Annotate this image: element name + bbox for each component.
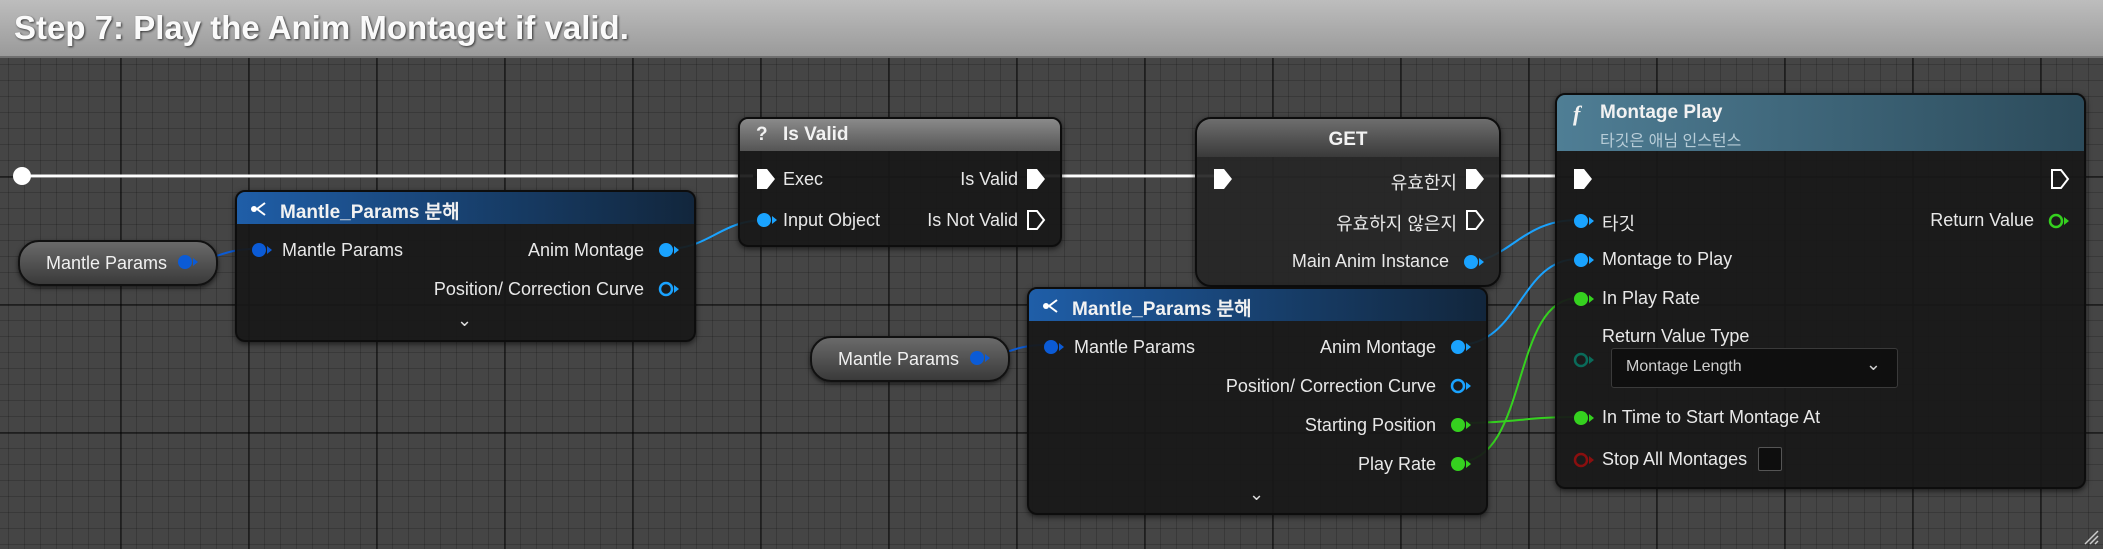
struct-output-pin[interactable]: [175, 252, 199, 272]
struct-input-pin[interactable]: [1041, 337, 1065, 357]
pin-label-position-correction-curve: Position/ Correction Curve: [1225, 376, 1436, 396]
break-struct-icon: [251, 202, 266, 216]
return-value-type-dropdown[interactable]: Montage Length ⌄: [1611, 348, 1898, 388]
object-output-pin[interactable]: [1448, 337, 1472, 357]
pin-label-is-not-valid: Is Not Valid: [927, 210, 1018, 230]
variable-label: Mantle Params: [838, 349, 960, 369]
object-output-pin[interactable]: [656, 240, 680, 260]
stop-all-montages-checkbox[interactable]: [1758, 447, 1782, 471]
exec-output-pin-unconnected[interactable]: [1465, 209, 1485, 231]
struct-output-pin[interactable]: [967, 348, 991, 368]
exec-input-pin[interactable]: [756, 168, 776, 190]
break-mantle-params-node-2[interactable]: Mantle_Params 분해 Mantle Params Anim Mont…: [1027, 287, 1488, 515]
object-output-pin-unconnected[interactable]: [1448, 376, 1472, 396]
pin-label-in-time-to-start: In Time to Start Montage At: [1602, 407, 1821, 427]
pin-label-input-object: Input Object: [783, 210, 881, 230]
exec-output-pin-unconnected[interactable]: [2050, 168, 2070, 190]
pin-label-mantle-params: Mantle Params: [1074, 337, 1196, 357]
pin-label-stop-all-montages: Stop All Montages: [1602, 449, 1748, 469]
node-header: f Montage Play 타깃은 애님 인스턴스: [1557, 95, 2084, 151]
object-output-pin-unconnected[interactable]: [656, 279, 680, 299]
float-output-pin[interactable]: [1448, 415, 1472, 435]
float-input-pin[interactable]: [1571, 289, 1595, 309]
montage-play-node[interactable]: f Montage Play 타깃은 애님 인스턴스 타깃 Return Val…: [1555, 93, 2086, 489]
node-header: Mantle_Params 분해: [237, 192, 694, 224]
node-title: Mantle_Params 분해: [1072, 299, 1252, 320]
object-input-pin[interactable]: [1571, 211, 1595, 231]
exec-output-pin[interactable]: [1026, 168, 1046, 190]
byte-input-pin-unconnected[interactable]: [1571, 350, 1595, 370]
node-header: ? Is Valid: [740, 119, 1060, 151]
get-node[interactable]: GET 유효한지 유효하지 않은지 Main Anim Instance: [1195, 117, 1501, 287]
is-valid-node[interactable]: ? Is Valid Exec Is Valid Input Object Is…: [738, 117, 1062, 247]
chevron-down-icon[interactable]: ⌄: [457, 310, 472, 331]
exec-input-pin[interactable]: [1573, 168, 1593, 190]
pin-label-is-valid: Is Valid: [960, 169, 1018, 189]
resize-grip-icon[interactable]: [2081, 527, 2099, 545]
pin-label-anim-montage: Anim Montage: [527, 240, 644, 260]
pin-label-position-correction-curve: Position/ Correction Curve: [433, 279, 644, 299]
exec-output-pin[interactable]: [1465, 168, 1485, 190]
pin-label-valid: 유효한지: [1390, 173, 1457, 193]
node-title: Montage Play: [1600, 102, 1723, 123]
float-input-pin[interactable]: [1571, 408, 1595, 428]
pin-label-not-valid: 유효하지 않은지: [1336, 214, 1457, 234]
reroute-node: [13, 167, 31, 185]
object-output-pin[interactable]: [1461, 252, 1485, 272]
pin-label-exec: Exec: [783, 169, 824, 189]
pin-label-target: 타깃: [1602, 214, 1636, 234]
pin-label-return-value: Return Value: [1930, 210, 2034, 230]
object-input-pin[interactable]: [1571, 250, 1595, 270]
exec-output-pin-unconnected[interactable]: [1026, 209, 1046, 231]
mantle-params-variable-1[interactable]: Mantle Params: [18, 240, 218, 286]
dropdown-value: Montage Length: [1626, 358, 1742, 375]
variable-label: Mantle Params: [46, 253, 168, 273]
object-input-pin[interactable]: [754, 210, 778, 230]
pin-label-starting-position: Starting Position: [1304, 415, 1436, 435]
pin-label-return-value-type: Return Value Type: [1602, 326, 1750, 346]
pin-label-mantle-params: Mantle Params: [282, 240, 404, 260]
node-title: Mantle_Params 분해: [280, 202, 460, 223]
exec-input-pin[interactable]: [1213, 168, 1233, 190]
float-output-pin-unconnected[interactable]: [2046, 211, 2070, 231]
pin-label-play-rate: Play Rate: [1357, 454, 1436, 474]
break-mantle-params-node-1[interactable]: Mantle_Params 분해 Mantle Params Anim Mont…: [235, 190, 696, 342]
node-subtitle: 타깃은 애님 인스턴스: [1600, 133, 1742, 150]
question-icon: ?: [756, 124, 768, 145]
node-header: GET: [1197, 119, 1499, 157]
chevron-down-icon: ⌄: [1865, 354, 1881, 374]
node-title: Is Valid: [783, 124, 849, 145]
bool-input-pin-unconnected[interactable]: [1571, 450, 1595, 470]
node-title: GET: [1328, 129, 1368, 150]
function-icon: f: [1573, 101, 1581, 126]
mantle-params-variable-2[interactable]: Mantle Params: [810, 336, 1010, 382]
pin-label-in-play-rate: In Play Rate: [1602, 288, 1701, 308]
pin-label-anim-montage: Anim Montage: [1319, 337, 1436, 357]
break-struct-icon: [1043, 299, 1058, 313]
chevron-down-icon[interactable]: ⌄: [1249, 484, 1264, 505]
node-header: Mantle_Params 분해: [1029, 289, 1486, 321]
float-output-pin[interactable]: [1448, 454, 1472, 474]
pin-label-main-anim-instance: Main Anim Instance: [1291, 251, 1449, 271]
pin-label-montage-to-play: Montage to Play: [1602, 249, 1733, 269]
struct-input-pin[interactable]: [249, 240, 273, 260]
